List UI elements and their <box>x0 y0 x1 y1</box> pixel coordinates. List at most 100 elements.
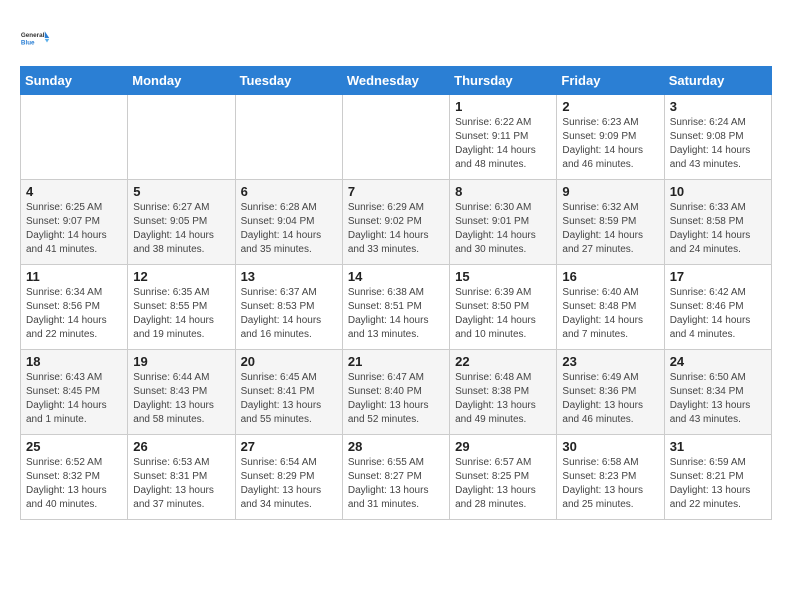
calendar-cell <box>128 95 235 180</box>
calendar-cell: 7 Sunrise: 6:29 AM Sunset: 9:02 PM Daylig… <box>342 180 449 265</box>
day-info: Sunrise: 6:35 AM Sunset: 8:55 PM Dayligh… <box>133 286 229 342</box>
calendar-cell: 18 Sunrise: 6:43 AM Sunset: 8:45 PM Dayli… <box>21 350 128 435</box>
day-info: Sunrise: 6:54 AM Sunset: 8:29 PM Dayligh… <box>241 456 337 512</box>
day-info: Sunrise: 6:52 AM Sunset: 8:32 PM Dayligh… <box>26 456 122 512</box>
day-info: Sunrise: 6:28 AM Sunset: 9:04 PM Dayligh… <box>241 201 337 257</box>
day-number: 28 <box>348 439 444 454</box>
day-info: Sunrise: 6:55 AM Sunset: 8:27 PM Dayligh… <box>348 456 444 512</box>
day-info: Sunrise: 6:34 AM Sunset: 8:56 PM Dayligh… <box>26 286 122 342</box>
calendar-week-2: 4 Sunrise: 6:25 AM Sunset: 9:07 PM Daylig… <box>21 180 772 265</box>
calendar-cell: 12 Sunrise: 6:35 AM Sunset: 8:55 PM Dayli… <box>128 265 235 350</box>
day-number: 27 <box>241 439 337 454</box>
day-number: 7 <box>348 184 444 199</box>
day-number: 9 <box>562 184 658 199</box>
day-number: 20 <box>241 354 337 369</box>
day-number: 15 <box>455 269 551 284</box>
day-number: 31 <box>670 439 766 454</box>
calendar-cell: 17 Sunrise: 6:42 AM Sunset: 8:46 PM Dayli… <box>664 265 771 350</box>
day-number: 13 <box>241 269 337 284</box>
column-header-thursday: Thursday <box>450 67 557 95</box>
column-header-friday: Friday <box>557 67 664 95</box>
day-info: Sunrise: 6:32 AM Sunset: 8:59 PM Dayligh… <box>562 201 658 257</box>
calendar-cell: 20 Sunrise: 6:45 AM Sunset: 8:41 PM Dayli… <box>235 350 342 435</box>
day-number: 10 <box>670 184 766 199</box>
column-header-tuesday: Tuesday <box>235 67 342 95</box>
column-header-monday: Monday <box>128 67 235 95</box>
day-info: Sunrise: 6:49 AM Sunset: 8:36 PM Dayligh… <box>562 371 658 427</box>
calendar-cell: 9 Sunrise: 6:32 AM Sunset: 8:59 PM Daylig… <box>557 180 664 265</box>
calendar-cell: 4 Sunrise: 6:25 AM Sunset: 9:07 PM Daylig… <box>21 180 128 265</box>
day-number: 5 <box>133 184 229 199</box>
day-info: Sunrise: 6:25 AM Sunset: 9:07 PM Dayligh… <box>26 201 122 257</box>
day-number: 2 <box>562 99 658 114</box>
column-header-saturday: Saturday <box>664 67 771 95</box>
day-number: 17 <box>670 269 766 284</box>
svg-text:Blue: Blue <box>21 39 35 46</box>
day-info: Sunrise: 6:30 AM Sunset: 9:01 PM Dayligh… <box>455 201 551 257</box>
day-number: 12 <box>133 269 229 284</box>
svg-text:General: General <box>21 32 45 39</box>
day-info: Sunrise: 6:42 AM Sunset: 8:46 PM Dayligh… <box>670 286 766 342</box>
day-info: Sunrise: 6:45 AM Sunset: 8:41 PM Dayligh… <box>241 371 337 427</box>
day-number: 16 <box>562 269 658 284</box>
day-number: 4 <box>26 184 122 199</box>
day-info: Sunrise: 6:58 AM Sunset: 8:23 PM Dayligh… <box>562 456 658 512</box>
day-info: Sunrise: 6:27 AM Sunset: 9:05 PM Dayligh… <box>133 201 229 257</box>
column-header-sunday: Sunday <box>21 67 128 95</box>
calendar-week-3: 11 Sunrise: 6:34 AM Sunset: 8:56 PM Dayli… <box>21 265 772 350</box>
day-number: 11 <box>26 269 122 284</box>
calendar-cell: 3Sunrise: 6:24 AM Sunset: 9:08 PM Daylig… <box>664 95 771 180</box>
calendar-cell: 23 Sunrise: 6:49 AM Sunset: 8:36 PM Dayli… <box>557 350 664 435</box>
day-info: Sunrise: 6:22 AM Sunset: 9:11 PM Dayligh… <box>455 116 551 172</box>
logo-icon: GeneralBlue <box>20 20 56 56</box>
calendar-cell <box>342 95 449 180</box>
calendar-cell: 8 Sunrise: 6:30 AM Sunset: 9:01 PM Daylig… <box>450 180 557 265</box>
calendar-cell: 19Sunrise: 6:44 AM Sunset: 8:43 PM Dayli… <box>128 350 235 435</box>
calendar-cell: 22 Sunrise: 6:48 AM Sunset: 8:38 PM Dayli… <box>450 350 557 435</box>
day-number: 23 <box>562 354 658 369</box>
day-number: 14 <box>348 269 444 284</box>
day-number: 18 <box>26 354 122 369</box>
day-number: 26 <box>133 439 229 454</box>
calendar-week-5: 25 Sunrise: 6:52 AM Sunset: 8:32 PM Dayli… <box>21 435 772 520</box>
day-info: Sunrise: 6:33 AM Sunset: 8:58 PM Dayligh… <box>670 201 766 257</box>
calendar-cell <box>235 95 342 180</box>
day-number: 8 <box>455 184 551 199</box>
day-info: Sunrise: 6:57 AM Sunset: 8:25 PM Dayligh… <box>455 456 551 512</box>
day-number: 25 <box>26 439 122 454</box>
calendar-cell: 31Sunrise: 6:59 AM Sunset: 8:21 PM Dayli… <box>664 435 771 520</box>
calendar-cell: 5 Sunrise: 6:27 AM Sunset: 9:05 PM Daylig… <box>128 180 235 265</box>
calendar-cell: 14 Sunrise: 6:38 AM Sunset: 8:51 PM Dayli… <box>342 265 449 350</box>
logo: GeneralBlue <box>20 20 56 56</box>
calendar-cell: 24 Sunrise: 6:50 AM Sunset: 8:34 PM Dayli… <box>664 350 771 435</box>
calendar-week-4: 18 Sunrise: 6:43 AM Sunset: 8:45 PM Dayli… <box>21 350 772 435</box>
calendar-cell: 28 Sunrise: 6:55 AM Sunset: 8:27 PM Dayli… <box>342 435 449 520</box>
day-number: 24 <box>670 354 766 369</box>
day-number: 29 <box>455 439 551 454</box>
calendar-cell: 30 Sunrise: 6:58 AM Sunset: 8:23 PM Dayli… <box>557 435 664 520</box>
day-info: Sunrise: 6:37 AM Sunset: 8:53 PM Dayligh… <box>241 286 337 342</box>
day-info: Sunrise: 6:29 AM Sunset: 9:02 PM Dayligh… <box>348 201 444 257</box>
day-number: 22 <box>455 354 551 369</box>
day-info: Sunrise: 6:39 AM Sunset: 8:50 PM Dayligh… <box>455 286 551 342</box>
calendar-cell: 26 Sunrise: 6:53 AM Sunset: 8:31 PM Dayli… <box>128 435 235 520</box>
day-info: Sunrise: 6:50 AM Sunset: 8:34 PM Dayligh… <box>670 371 766 427</box>
day-info: Sunrise: 6:48 AM Sunset: 8:38 PM Dayligh… <box>455 371 551 427</box>
day-info: Sunrise: 6:40 AM Sunset: 8:48 PM Dayligh… <box>562 286 658 342</box>
calendar-cell: 16 Sunrise: 6:40 AM Sunset: 8:48 PM Dayli… <box>557 265 664 350</box>
column-header-wednesday: Wednesday <box>342 67 449 95</box>
calendar-cell: 25 Sunrise: 6:52 AM Sunset: 8:32 PM Dayli… <box>21 435 128 520</box>
calendar-cell: 29 Sunrise: 6:57 AM Sunset: 8:25 PM Dayli… <box>450 435 557 520</box>
header-row: SundayMondayTuesdayWednesdayThursdayFrid… <box>21 67 772 95</box>
day-info: Sunrise: 6:43 AM Sunset: 8:45 PM Dayligh… <box>26 371 122 427</box>
calendar-cell: 21Sunrise: 6:47 AM Sunset: 8:40 PM Dayli… <box>342 350 449 435</box>
calendar-cell: 10 Sunrise: 6:33 AM Sunset: 8:58 PM Dayli… <box>664 180 771 265</box>
day-number: 19 <box>133 354 229 369</box>
calendar-cell: 15 Sunrise: 6:39 AM Sunset: 8:50 PM Dayli… <box>450 265 557 350</box>
calendar-cell <box>21 95 128 180</box>
day-info: Sunrise: 6:53 AM Sunset: 8:31 PM Dayligh… <box>133 456 229 512</box>
calendar-cell: 13 Sunrise: 6:37 AM Sunset: 8:53 PM Dayli… <box>235 265 342 350</box>
day-info: Sunrise: 6:24 AM Sunset: 9:08 PM Dayligh… <box>670 116 766 172</box>
day-number: 30 <box>562 439 658 454</box>
day-info: Sunrise: 6:38 AM Sunset: 8:51 PM Dayligh… <box>348 286 444 342</box>
